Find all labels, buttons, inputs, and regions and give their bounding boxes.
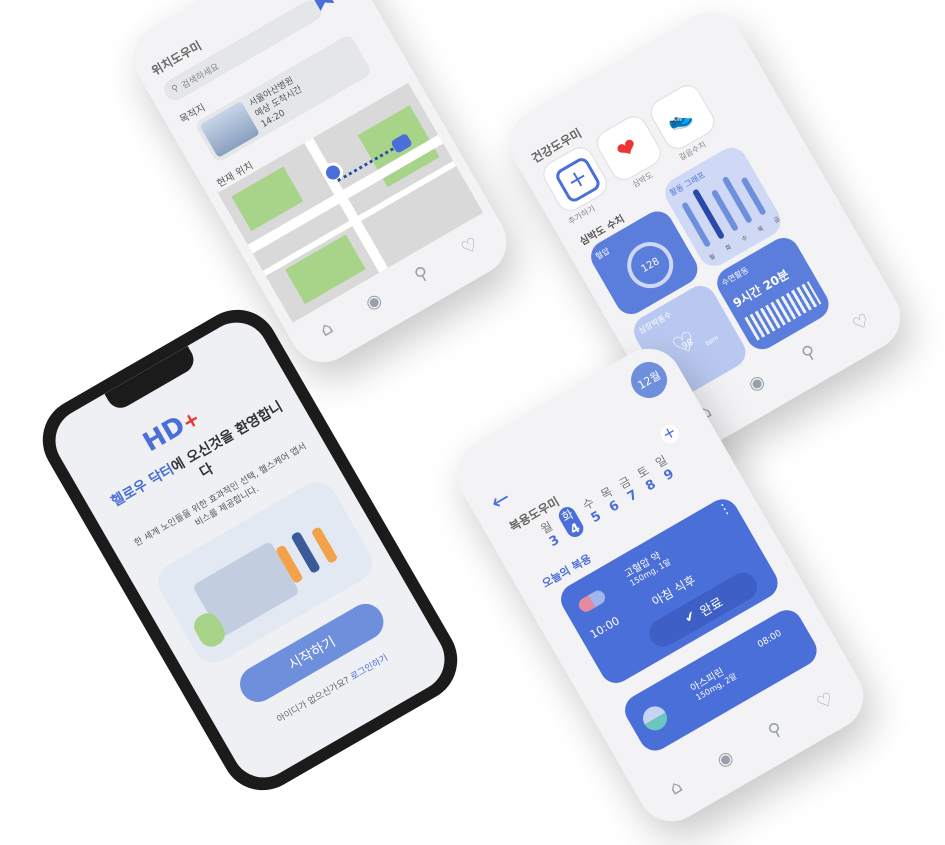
add-med-button[interactable]: + bbox=[657, 421, 683, 447]
day-item[interactable]: 목6 bbox=[597, 483, 623, 516]
home-icon[interactable]: ⌂ bbox=[665, 775, 685, 799]
heart-icon[interactable]: ♡ bbox=[849, 309, 873, 335]
location-phone: 위치도우미 ⚲ 검색하세요 목적지 서울아산병원 예상 도착시간 14:20 현… bbox=[121, 0, 519, 375]
pill-icon[interactable]: ◉ bbox=[713, 746, 737, 772]
location-icon[interactable]: ⚲ bbox=[764, 717, 786, 742]
home-icon[interactable]: ⌂ bbox=[316, 317, 336, 341]
pressure-value: 128 bbox=[618, 233, 682, 297]
day-item[interactable]: 금7 bbox=[616, 472, 642, 505]
search-icon: ⚲ bbox=[170, 83, 181, 96]
check-icon: ✔ bbox=[681, 608, 699, 627]
graph-label: 활동 그래프 bbox=[668, 170, 707, 198]
hospital-image bbox=[199, 100, 260, 158]
heart-icon[interactable]: ♡ bbox=[813, 688, 837, 714]
login-link[interactable]: 로그인하기 bbox=[349, 653, 390, 682]
health-phone: 건강도우미 + 추가하기 ❤ 심박도 👟 걸음수치 심박도 수치 혈압 128 … bbox=[497, 0, 913, 460]
pill-icon[interactable]: ◉ bbox=[361, 289, 385, 315]
heart-rate-label: 심장박동수 bbox=[636, 309, 674, 336]
graph-tick: 목 bbox=[756, 225, 765, 234]
graph-tick: 월 bbox=[708, 253, 717, 262]
graph-tick: 화 bbox=[724, 243, 733, 253]
tablet-icon bbox=[638, 701, 672, 735]
heart-icon[interactable]: ♡ bbox=[457, 233, 481, 259]
med-time: 10:00 bbox=[587, 614, 622, 642]
heart-rate-unit: bpm bbox=[704, 334, 720, 348]
day-item-selected[interactable]: 화4 bbox=[555, 503, 587, 541]
day-item[interactable]: 일9 bbox=[652, 451, 678, 484]
plus-icon: + bbox=[553, 155, 603, 205]
sleep-label: 수면활동 bbox=[720, 265, 751, 288]
pill-icon[interactable]: ◉ bbox=[744, 370, 768, 396]
day-item[interactable]: 월3 bbox=[538, 517, 564, 550]
location-icon[interactable]: ⚲ bbox=[411, 261, 433, 286]
more-icon[interactable]: ⋮ bbox=[715, 499, 735, 520]
graph-tick: 수 bbox=[740, 234, 749, 244]
month-badge[interactable]: 12월 bbox=[624, 355, 674, 405]
day-item[interactable]: 수5 bbox=[579, 493, 605, 526]
graph-tick: 금 bbox=[772, 215, 782, 225]
app-name: 헬로우 닥터 bbox=[108, 461, 177, 511]
pressure-label: 혈압 bbox=[593, 246, 612, 262]
search-placeholder: 검색하세요 bbox=[180, 61, 221, 92]
shoe-icon: 👟 bbox=[662, 102, 697, 136]
capsule-icon bbox=[576, 588, 608, 615]
back-arrow-icon[interactable]: ← bbox=[487, 485, 515, 516]
location-icon[interactable]: ⚲ bbox=[798, 340, 820, 365]
medication-phone: 12월 ← 복용도우미 + 월3 화4 수5 목6 금7 토8 일9 오늘의 복… bbox=[444, 336, 876, 834]
done-label: 완료 bbox=[697, 594, 726, 620]
day-item[interactable]: 토8 bbox=[634, 462, 660, 495]
welcome-phone: HD+ 헬로우 닥터에 오신것을 환영합니다 한 세계 노인들을 위한 효과적인… bbox=[27, 294, 473, 806]
phone-notch bbox=[104, 345, 199, 413]
med-time: 08:00 bbox=[756, 628, 784, 651]
heart-organ-icon: ❤ bbox=[611, 131, 643, 167]
